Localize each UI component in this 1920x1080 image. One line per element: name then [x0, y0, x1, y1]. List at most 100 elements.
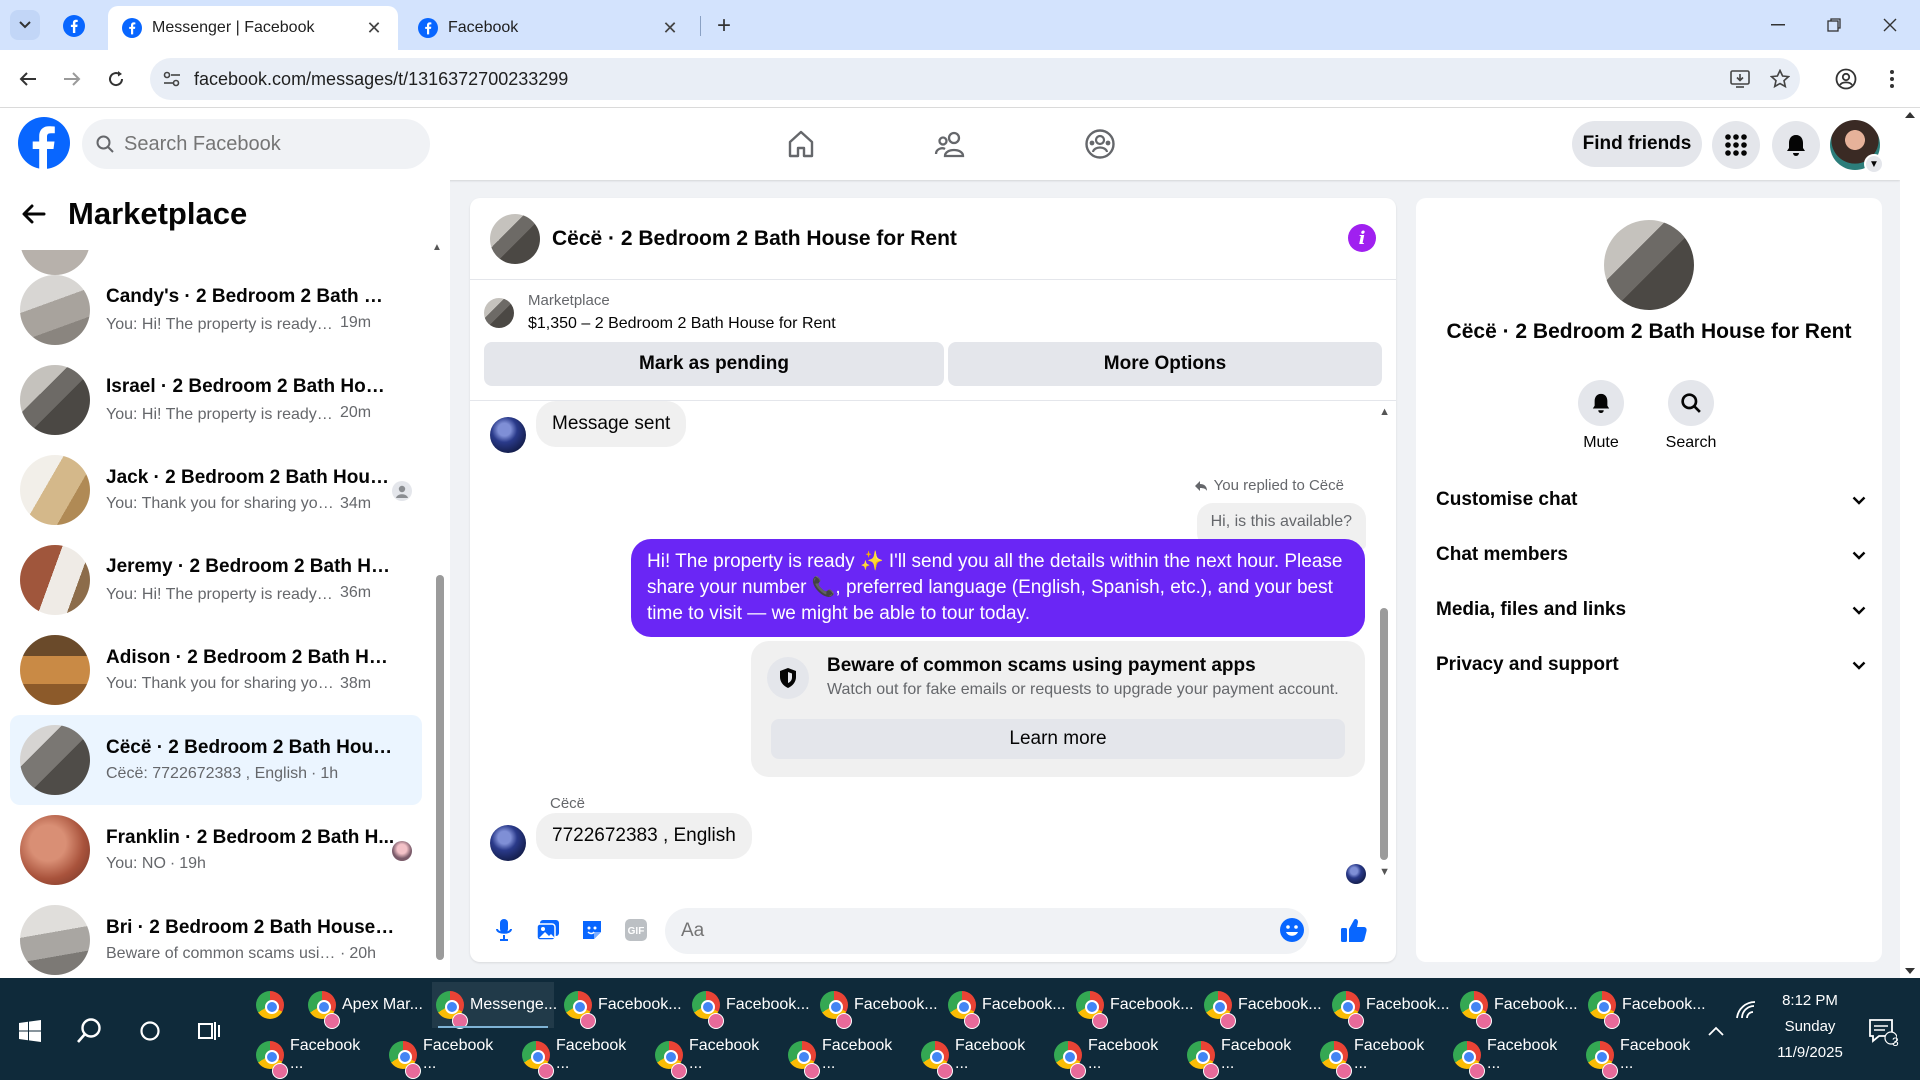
taskbar-app[interactable]: Facebook...	[1456, 982, 1578, 1029]
tab-messenger[interactable]: Messenger | Facebook ✕	[108, 6, 398, 50]
back-arrow-icon[interactable]	[22, 204, 46, 224]
browser-menu-button[interactable]	[1876, 63, 1908, 95]
message-input-box[interactable]	[665, 908, 1309, 954]
notification-center-button[interactable]: 3	[1862, 1011, 1902, 1051]
more-options-button[interactable]: More Options	[948, 342, 1382, 386]
facebook-logo[interactable]	[18, 117, 70, 169]
customise-chat-row[interactable]: Customise chat	[1436, 474, 1866, 526]
cortana-button[interactable]	[130, 1011, 170, 1051]
gif-icon[interactable]: GIF	[618, 912, 654, 948]
taskbar-app[interactable]: Facebook ...	[1316, 1032, 1442, 1079]
conversation-item[interactable]: Candy's · 2 Bedroom 2 Bath Hou... You: H…	[10, 265, 422, 355]
back-button[interactable]	[12, 63, 44, 95]
conversation-item[interactable]: Israel · 2 Bedroom 2 Bath House... You: …	[10, 355, 422, 445]
search-label: Search	[1665, 434, 1717, 451]
bookmark-star-icon[interactable]	[1760, 69, 1800, 89]
taskbar-app[interactable]: Facebook...	[1200, 982, 1322, 1029]
thumbs-up-icon[interactable]	[1336, 912, 1372, 948]
chat-title[interactable]: Cëcë · 2 Bedroom 2 Bath House for Rent	[552, 227, 957, 251]
site-settings-icon[interactable]	[150, 71, 194, 87]
taskbar-app[interactable]: Facebook ...	[784, 1032, 910, 1079]
conversation-item[interactable]: Jack · 2 Bedroom 2 Bath Hous... You: Tha…	[10, 445, 422, 535]
taskbar-app[interactable]: Facebook...	[1072, 982, 1194, 1029]
page-scrollbar[interactable]	[1900, 108, 1920, 978]
outgoing-message-bubble: Hi! The property is ready ✨ I'll send yo…	[631, 539, 1365, 637]
sidebar-scrollbar[interactable]	[436, 575, 444, 960]
facebook-search-box[interactable]	[82, 119, 430, 169]
taskbar-app[interactable]: Facebook ...	[917, 1032, 1043, 1079]
close-tab-icon[interactable]: ✕	[364, 18, 384, 38]
facebook-search-input[interactable]	[124, 132, 404, 156]
sticker-icon[interactable]	[574, 912, 610, 948]
emoji-icon[interactable]	[1274, 912, 1310, 948]
taskbar-app[interactable]: Facebook...	[816, 982, 938, 1029]
taskbar-app[interactable]: Facebook...	[560, 982, 682, 1029]
taskbar-app[interactable]: Facebook...	[1328, 982, 1450, 1029]
taskbar-app[interactable]: Facebook ...	[651, 1032, 777, 1079]
close-tab-icon[interactable]: ✕	[660, 18, 680, 38]
tab-facebook[interactable]: Facebook ✕	[404, 6, 694, 50]
taskbar-app[interactable]: Facebook ...	[1582, 1032, 1708, 1079]
taskbar-app[interactable]: Apex Mar...	[304, 982, 426, 1029]
scroll-up-arrow-icon[interactable]: ▲	[1379, 406, 1390, 418]
scroll-down-arrow-icon[interactable]: ▼	[1379, 866, 1390, 878]
task-view-button[interactable]	[190, 1011, 230, 1051]
microphone-icon[interactable]	[486, 912, 522, 948]
nav-groups[interactable]	[1076, 124, 1124, 164]
mute-button[interactable]: Mute	[1556, 380, 1646, 452]
privacy-support-row[interactable]: Privacy and support	[1436, 639, 1866, 691]
message-input[interactable]	[681, 920, 1241, 942]
taskbar-app-active[interactable]: Messenge...	[432, 982, 557, 1029]
minimize-button[interactable]	[1758, 8, 1798, 42]
install-app-icon[interactable]	[1720, 70, 1760, 88]
new-tab-button[interactable]: +	[710, 12, 738, 40]
notifications-button[interactable]	[1772, 121, 1820, 169]
taskbar-app[interactable]: Facebook ...	[1183, 1032, 1309, 1079]
conversation-item[interactable]: Bri · 2 Bedroom 2 Bath House fo... Bewar…	[10, 895, 422, 985]
marketplace-listing-summary[interactable]: Marketplace $1,350 – 2 Bedroom 2 Bath Ho…	[484, 292, 836, 333]
profile-button[interactable]	[1830, 63, 1862, 95]
forward-button[interactable]	[56, 63, 88, 95]
taskbar-app[interactable]: Facebook...	[688, 982, 810, 1029]
conversation-info-icon[interactable]: i	[1348, 224, 1376, 252]
taskbar-app[interactable]: Facebook ...	[252, 1032, 378, 1079]
conversation-item[interactable]: Adison · 2 Bedroom 2 Bath Hou... You: Th…	[10, 625, 422, 715]
chevron-down-icon	[1852, 661, 1866, 670]
taskbar-app[interactable]: Facebook...	[944, 982, 1066, 1029]
conversation-item-active[interactable]: Cëcë · 2 Bedroom 2 Bath House ... Cëcë: …	[10, 715, 422, 805]
chrome-icon	[1586, 1041, 1618, 1079]
menu-button[interactable]	[1712, 121, 1760, 169]
account-caret-icon[interactable]: ▼	[1864, 154, 1884, 174]
chat-avatar[interactable]	[490, 213, 540, 264]
taskbar-chrome[interactable]	[252, 982, 298, 1028]
nav-friends[interactable]	[927, 124, 975, 164]
scroll-up-arrow-icon[interactable]: ▲	[432, 242, 442, 253]
find-friends-button[interactable]: Find friends	[1572, 121, 1702, 167]
taskbar-app[interactable]: Facebook ...	[518, 1032, 644, 1079]
system-clock[interactable]: 8:12 PM Sunday 11/9/2025	[1760, 988, 1860, 1066]
taskbar-search-button[interactable]	[70, 1011, 110, 1051]
photo-icon[interactable]	[530, 912, 566, 948]
restore-button[interactable]	[1814, 8, 1854, 42]
chat-members-row[interactable]: Chat members	[1436, 529, 1866, 581]
tab-search-button[interactable]	[10, 10, 40, 40]
reload-button[interactable]	[100, 63, 132, 95]
mark-as-pending-button[interactable]: Mark as pending	[484, 342, 944, 386]
taskbar-app[interactable]: Facebook ...	[385, 1032, 511, 1079]
sidebar-title: Marketplace	[68, 196, 248, 231]
address-bar[interactable]: facebook.com/messages/t/1316372700233299	[150, 58, 1800, 100]
taskbar-app[interactable]: Facebook ...	[1449, 1032, 1575, 1079]
chat-scrollbar[interactable]	[1380, 608, 1388, 860]
browser-tab-strip: Messenger | Facebook ✕ Facebook ✕ +	[0, 0, 1920, 50]
taskbar-app[interactable]: Facebook...	[1584, 982, 1706, 1029]
taskbar-app[interactable]: Facebook ...	[1050, 1032, 1176, 1079]
conversation-item[interactable]: Jeremy · 2 Bedroom 2 Bath Hou... You: Hi…	[10, 535, 422, 625]
start-button[interactable]	[10, 1011, 50, 1051]
nav-home[interactable]	[777, 124, 825, 164]
close-window-button[interactable]	[1870, 8, 1910, 42]
pinned-facebook-tab[interactable]	[60, 12, 88, 40]
media-files-links-row[interactable]: Media, files and links	[1436, 584, 1866, 636]
conversation-item[interactable]: Franklin · 2 Bedroom 2 Bath H... You: NO…	[10, 805, 422, 895]
learn-more-button[interactable]: Learn more	[771, 719, 1345, 759]
search-in-chat-button[interactable]: Search	[1646, 380, 1736, 452]
